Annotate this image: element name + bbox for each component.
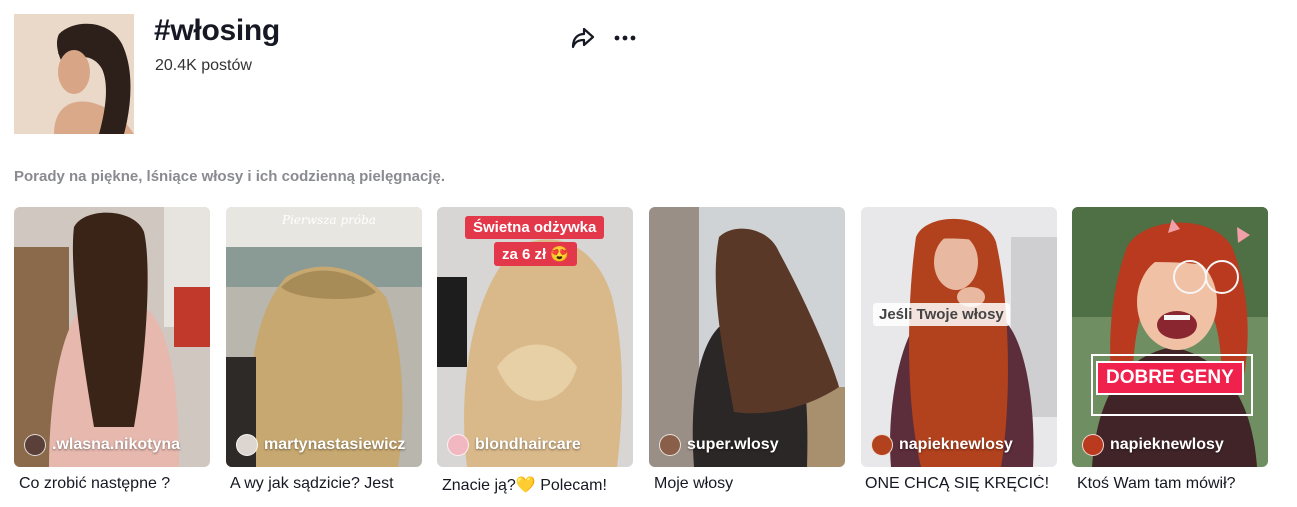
video-caption[interactable]: Co zrobić następne ? (19, 475, 215, 493)
author-name: super.wlosy (687, 436, 779, 453)
avatar (447, 434, 469, 456)
video-author[interactable]: super.wlosy (659, 434, 779, 456)
video-thumbnail (14, 207, 210, 467)
video-thumbnail (1072, 207, 1268, 467)
video-thumbnail (649, 207, 845, 467)
video-card[interactable]: super.wlosy (649, 207, 845, 467)
video-caption[interactable]: Moje włosy (654, 475, 850, 493)
video-author[interactable]: napieknewlosy (871, 434, 1013, 456)
video-thumbnail (861, 207, 1057, 467)
video-card[interactable]: .wlasna.nikotyna (14, 207, 210, 467)
video-author[interactable]: martynastasiewicz (236, 434, 405, 456)
video-card[interactable]: DOBRE GENY napieknewlosy (1072, 207, 1268, 467)
video-thumbnail (226, 207, 422, 467)
avatar (871, 434, 893, 456)
video-caption[interactable]: Znacie ją?💛 Polecam! (442, 475, 638, 495)
avatar (1082, 434, 1104, 456)
avatar (236, 434, 258, 456)
avatar (24, 434, 46, 456)
avatar (659, 434, 681, 456)
video-overlay-text: Jeśli Twoje włosy (873, 303, 1010, 326)
video-overlay-text: DOBRE GENY (1096, 361, 1244, 395)
share-button[interactable] (570, 26, 596, 50)
video-overlay-text: Pierwsza próba (282, 213, 376, 227)
hashtag-cover-image (14, 14, 134, 134)
video-caption[interactable]: Ktoś Wam tam mówił? (1077, 475, 1273, 493)
video-card[interactable]: Jeśli Twoje włosy napieknewlosy (861, 207, 1057, 467)
author-name: martynastasiewicz (264, 436, 406, 453)
post-count: 20.4K postów (155, 57, 252, 74)
video-overlay-text: Świetna odżywka (465, 216, 605, 239)
video-overlay-text: za 6 zł 😍 (494, 242, 578, 266)
hashtag-description: Porady na piękne, lśniące włosy i ich co… (14, 168, 445, 185)
video-card[interactable]: Świetna odżywka za 6 zł 😍 blondhaircare (437, 207, 633, 467)
share-arrow-icon (571, 27, 595, 49)
author-name: napieknewlosy (1110, 436, 1224, 453)
author-name: blondhaircare (475, 436, 581, 453)
ellipsis-icon (614, 35, 636, 41)
video-author[interactable]: blondhaircare (447, 434, 581, 456)
author-name: napieknewlosy (899, 436, 1013, 453)
video-caption[interactable]: ONE CHCĄ SIĘ KRĘCIĆ! (865, 475, 1061, 493)
author-name: .wlasna.nikotyna (52, 436, 181, 453)
video-caption[interactable]: A wy jak sądzicie? Jest (230, 475, 426, 493)
video-author[interactable]: .wlasna.nikotyna (24, 434, 180, 456)
more-options-button[interactable] (612, 28, 638, 48)
video-card[interactable]: Pierwsza próba martynastasiewicz (226, 207, 422, 467)
hashtag-title: #włosing (154, 14, 280, 47)
video-author[interactable]: napieknewlosy (1082, 434, 1224, 456)
